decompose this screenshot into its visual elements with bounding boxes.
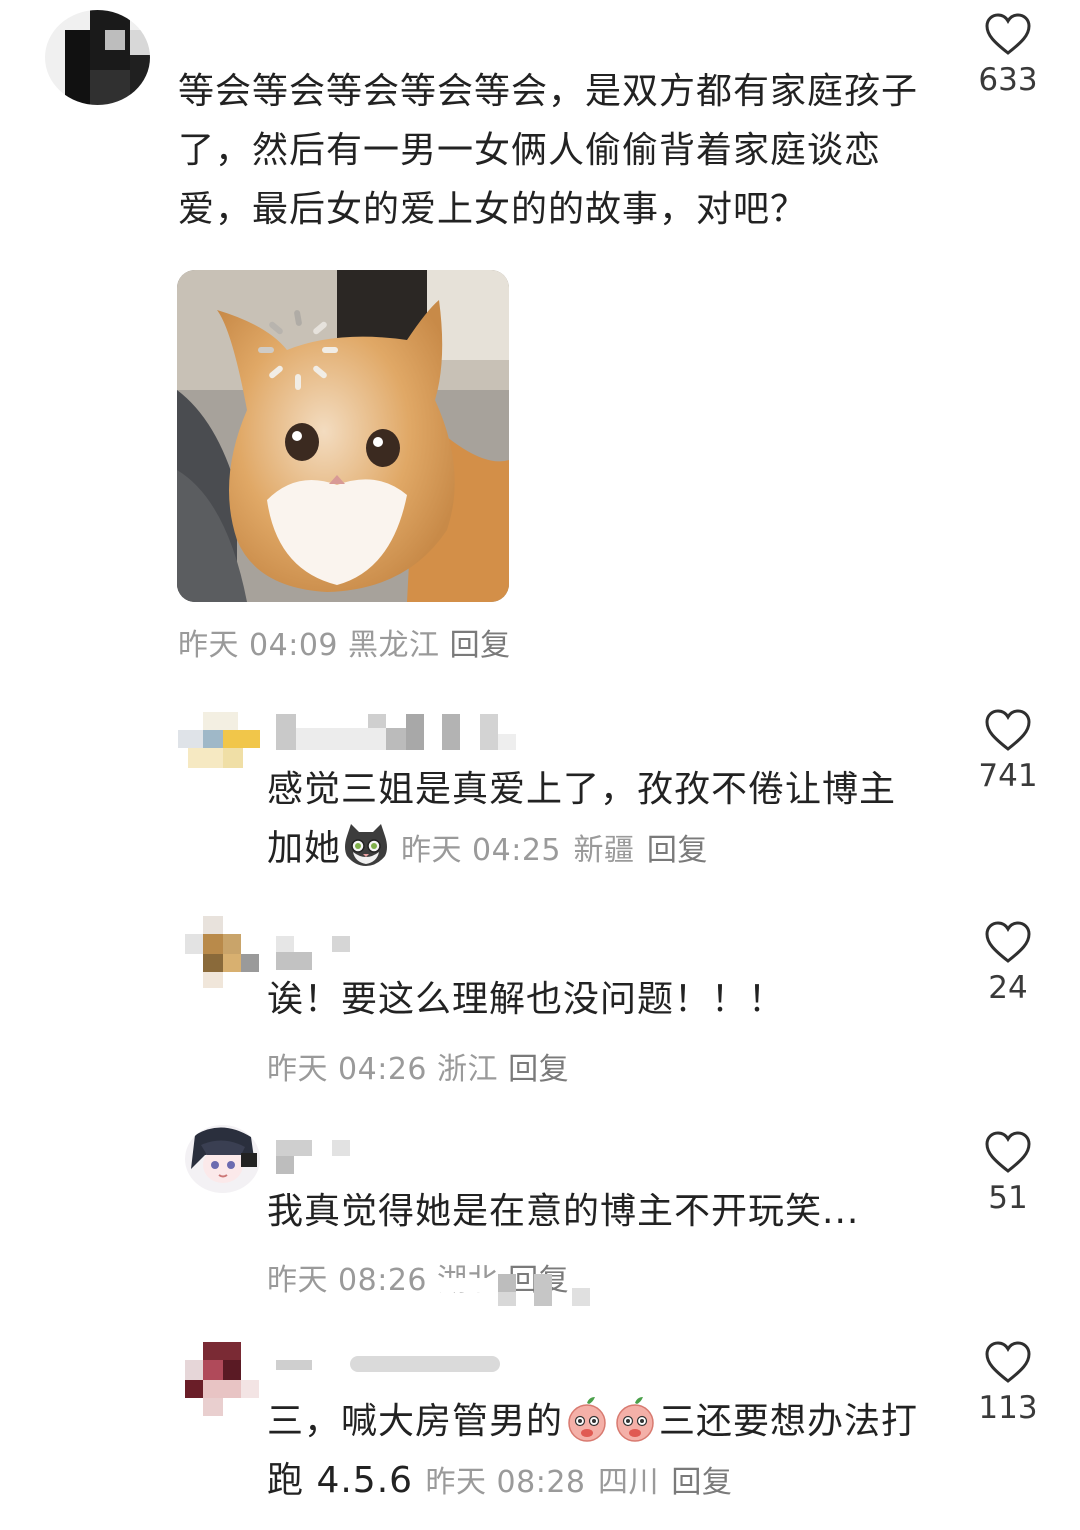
comment-meta: 昨天 04:26 浙江 回复	[267, 1044, 569, 1088]
avatar[interactable]	[45, 10, 150, 105]
heart-outline-icon[interactable]	[984, 12, 1032, 56]
like-group[interactable]: 741	[958, 708, 1058, 794]
peach-emoji-icon	[568, 1397, 606, 1442]
like-count: 633	[978, 62, 1038, 98]
heart-outline-icon[interactable]	[984, 1130, 1032, 1174]
comment-time: 昨天 08:28	[425, 1465, 586, 1500]
comment-meta: 昨天 04:09 黑龙江 回复	[178, 620, 511, 664]
avatar[interactable]	[178, 712, 260, 772]
comment-text: 我真觉得她是在意的博主不开玩笑...	[267, 1191, 860, 1232]
mosaic-overlay	[430, 1270, 600, 1306]
cat-sticker-image[interactable]	[177, 270, 509, 602]
comment-location: 黑龙江	[348, 628, 440, 663]
avatar[interactable]	[185, 1125, 260, 1193]
peach-emoji-icon	[616, 1397, 654, 1442]
reply-button[interactable]: 回复	[508, 1052, 569, 1087]
comment-text-part-1: 三，喊大房管男的	[267, 1401, 564, 1442]
reply-button[interactable]: 回复	[647, 833, 708, 868]
heart-outline-icon[interactable]	[984, 1340, 1032, 1384]
like-group[interactable]: 113	[958, 1340, 1058, 1426]
heart-outline-icon[interactable]	[984, 920, 1032, 964]
username-blurred[interactable]	[276, 1140, 356, 1176]
comment-text: 等会等会等会等会等会，是双方都有家庭孩子了，然后有一男一女俩人偷偷背着家庭谈恋爱…	[178, 71, 919, 230]
comment-time: 昨天 04:09	[178, 628, 338, 663]
reply-button[interactable]: 回复	[671, 1465, 732, 1500]
like-count: 113	[978, 1390, 1038, 1426]
comment-text: 三，喊大房管男的 三还要想办法打跑 4.5.6 昨天 08:28 四川 回复	[267, 1392, 937, 1512]
like-group[interactable]: 24	[958, 920, 1058, 1006]
comment-text: 诶！要这么理解也没问题！！！	[267, 979, 786, 1020]
comment-location: 浙江	[437, 1052, 499, 1087]
comment-time: 昨天 04:26	[267, 1052, 427, 1087]
comment-time: 昨天 08:26	[267, 1263, 427, 1298]
username-blurred[interactable]	[276, 936, 356, 972]
cat-emoji-icon	[345, 824, 388, 866]
like-count: 51	[988, 1180, 1028, 1216]
comment-time: 昨天 04:25	[401, 833, 562, 868]
reply-button[interactable]: 回复	[450, 628, 511, 663]
comment-text: 感觉三姐是真爱上了，孜孜不倦让博主加她 昨天 04:25 新疆 回复	[267, 760, 917, 880]
comment-location: 四川	[597, 1465, 659, 1500]
comment-location: 新疆	[573, 833, 635, 868]
username-blurred[interactable]	[276, 714, 526, 750]
like-group[interactable]: 51	[958, 1130, 1058, 1216]
avatar[interactable]	[185, 1342, 260, 1417]
like-group[interactable]: 633	[958, 12, 1058, 98]
username-blurred[interactable]	[276, 1352, 506, 1380]
avatar[interactable]	[185, 916, 260, 988]
like-count: 741	[978, 758, 1038, 794]
heart-outline-icon[interactable]	[984, 708, 1032, 752]
like-count: 24	[988, 970, 1028, 1006]
